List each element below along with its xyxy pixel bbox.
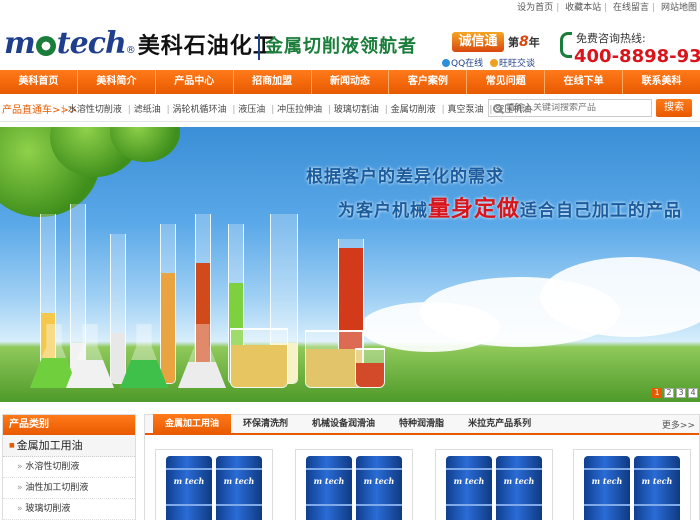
product-shortcut-links: 水溶性切削液 滤纸油 涡轮机循环油 液压油 冲压拉伸油 玻璃切割油 金属切削液 … [62, 102, 534, 115]
shortcut-link[interactable]: 滤纸油 [128, 105, 164, 115]
logo-latin-rest: tech [56, 26, 127, 61]
shortcut-link[interactable]: 水溶性切削液 [62, 105, 125, 115]
link-sitemap[interactable]: 网站地图 [658, 3, 700, 13]
product-shortcut-bar: 产品直通车>>> 水溶性切削液 滤纸油 涡轮机循环油 液压油 冲压拉伸油 玻璃切… [0, 94, 700, 122]
banner-page-1[interactable]: 1 [652, 388, 662, 398]
hotline: 免费咨询热线: 400-8898-938 [560, 28, 700, 72]
banner-cloud [360, 302, 500, 352]
chengxin-block: 诚信通 第8年 QQ在线 旺旺交谈 [442, 32, 548, 72]
nav-cases[interactable]: 客户案例 [389, 70, 468, 94]
qq-online-link[interactable]: QQ在线 [451, 59, 483, 69]
link-set-homepage[interactable]: 设为首页 [514, 3, 556, 13]
product-card[interactable]: m tech m tech [155, 449, 273, 520]
sidebar-title: 产品类别 [3, 415, 135, 435]
link-message[interactable]: 在线留言 [610, 3, 652, 13]
shortcut-link[interactable]: 冲压拉伸油 [271, 105, 325, 115]
tab-metal-working-oil[interactable]: 金属加工用油 [153, 414, 232, 434]
banner-page-3[interactable]: 3 [676, 388, 686, 398]
chengxin-years: 第8年 [508, 34, 540, 50]
product-card[interactable]: m tech m tech [435, 449, 553, 520]
chengxin-badge: 诚信通 [452, 32, 504, 52]
banner-headline-1: 根据客户的差异化的需求 [306, 167, 504, 187]
banner-pager: 1 2 3 4 [652, 388, 698, 398]
product-category-sidebar: 产品类别 金属加工用油 水溶性切削液 油性加工切削液 玻璃切削液 [2, 414, 136, 520]
search-icon [493, 103, 502, 113]
nav-news[interactable]: 新闻动态 [312, 70, 390, 94]
hero-banner[interactable]: 根据客户的差异化的需求 为客户机械量身定做适合自己加工的产品 1 2 3 4 [0, 127, 700, 402]
shortcut-link[interactable]: 涡轮机循环油 [167, 105, 230, 115]
gear-icon [35, 36, 56, 56]
hotline-number: 400-8898-938 [574, 46, 700, 67]
slogan: 金属切削液领航者 [258, 34, 417, 60]
online-contact: QQ在线 旺旺交谈 [442, 56, 535, 69]
logo-company-name: 美科石油化工 [137, 34, 276, 59]
tab-special-grease[interactable]: 特种润滑脂 [387, 414, 456, 434]
banner-headline-2: 为客户机械量身定做适合自己加工的产品 [338, 197, 683, 222]
oil-drum-image: m tech [356, 456, 402, 520]
top-links: 设为首页 | 收藏本站 | 在线留言 | 网站地图 [514, 0, 700, 14]
qq-icon [442, 59, 450, 67]
site-header: m tech ® 美科石油化工 金属切削液领航者 诚信通 第8年 QQ在线 旺旺… [0, 14, 700, 70]
registered-mark: ® [125, 45, 136, 56]
banner-page-2[interactable]: 2 [664, 388, 674, 398]
flask [178, 324, 226, 388]
shortcut-link[interactable]: 玻璃切割油 [328, 105, 382, 115]
wangwang-link[interactable]: 旺旺交谈 [499, 59, 535, 69]
sidebar-category[interactable]: 金属加工用油 [3, 435, 135, 457]
search-input[interactable] [506, 103, 646, 113]
product-tabs: 金属加工用油 环保清洗剂 机械设备润滑油 特种润滑脂 米拉克产品系列 更多>> [145, 414, 699, 435]
tab-eco-cleaner[interactable]: 环保清洗剂 [231, 414, 300, 434]
link-bookmark[interactable]: 收藏本站 [562, 3, 604, 13]
more-link[interactable]: 更多>> [662, 418, 699, 431]
test-tube [160, 224, 176, 384]
tab-milake-series[interactable]: 米拉克产品系列 [456, 414, 543, 434]
nav-home[interactable]: 美科首页 [0, 70, 78, 94]
tab-machine-lubricant[interactable]: 机械设备润滑油 [300, 414, 387, 434]
shortcut-link[interactable]: 液压油 [232, 105, 268, 115]
sidebar-item[interactable]: 油性加工切削液 [3, 478, 135, 499]
search-button[interactable]: 搜索 [656, 99, 692, 117]
banner-page-4[interactable]: 4 [688, 388, 698, 398]
oil-drum-image: m tech [446, 456, 492, 520]
logo[interactable]: m tech ® 美科石油化工 [4, 26, 276, 62]
search-box [488, 99, 652, 117]
nav-faq[interactable]: 常见问题 [467, 70, 546, 94]
nav-products[interactable]: 产品中心 [156, 70, 234, 94]
oil-drum-image: m tech [496, 456, 542, 520]
product-card[interactable]: m tech m tech [573, 449, 691, 520]
beaker [230, 328, 288, 388]
product-panel: 金属加工用油 环保清洗剂 机械设备润滑油 特种润滑脂 米拉克产品系列 更多>> … [144, 414, 700, 520]
oil-drum-image: m tech [634, 456, 680, 520]
shortcut-link[interactable]: 金属切削液 [385, 105, 439, 115]
main-nav: 美科首页 美科简介 产品中心 招商加盟 新闻动态 客户案例 常见问题 在线下单 … [0, 70, 700, 94]
beaker [355, 348, 385, 388]
nav-franchise[interactable]: 招商加盟 [234, 70, 312, 94]
product-card[interactable]: m tech m tech [295, 449, 413, 520]
test-tube [110, 234, 126, 384]
shortcut-link[interactable]: 真空泵油 [442, 105, 487, 115]
nav-about[interactable]: 美科简介 [78, 70, 156, 94]
oil-drum-image: m tech [216, 456, 262, 520]
oil-drum-image: m tech [166, 456, 212, 520]
product-list: m tech m tech m tech m tech m tech m tec… [145, 435, 699, 520]
hotline-label: 免费咨询热线: [576, 32, 646, 45]
wangwang-icon [490, 59, 499, 67]
sidebar-item[interactable]: 玻璃切削液 [3, 499, 135, 520]
phone-icon [560, 32, 572, 58]
nav-contact[interactable]: 联系美科 [623, 70, 700, 94]
logo-latin-m: m [4, 26, 36, 61]
oil-drum-image: m tech [584, 456, 630, 520]
oil-drum-image: m tech [306, 456, 352, 520]
nav-order[interactable]: 在线下单 [545, 70, 624, 94]
sidebar-item[interactable]: 水溶性切削液 [3, 457, 135, 478]
